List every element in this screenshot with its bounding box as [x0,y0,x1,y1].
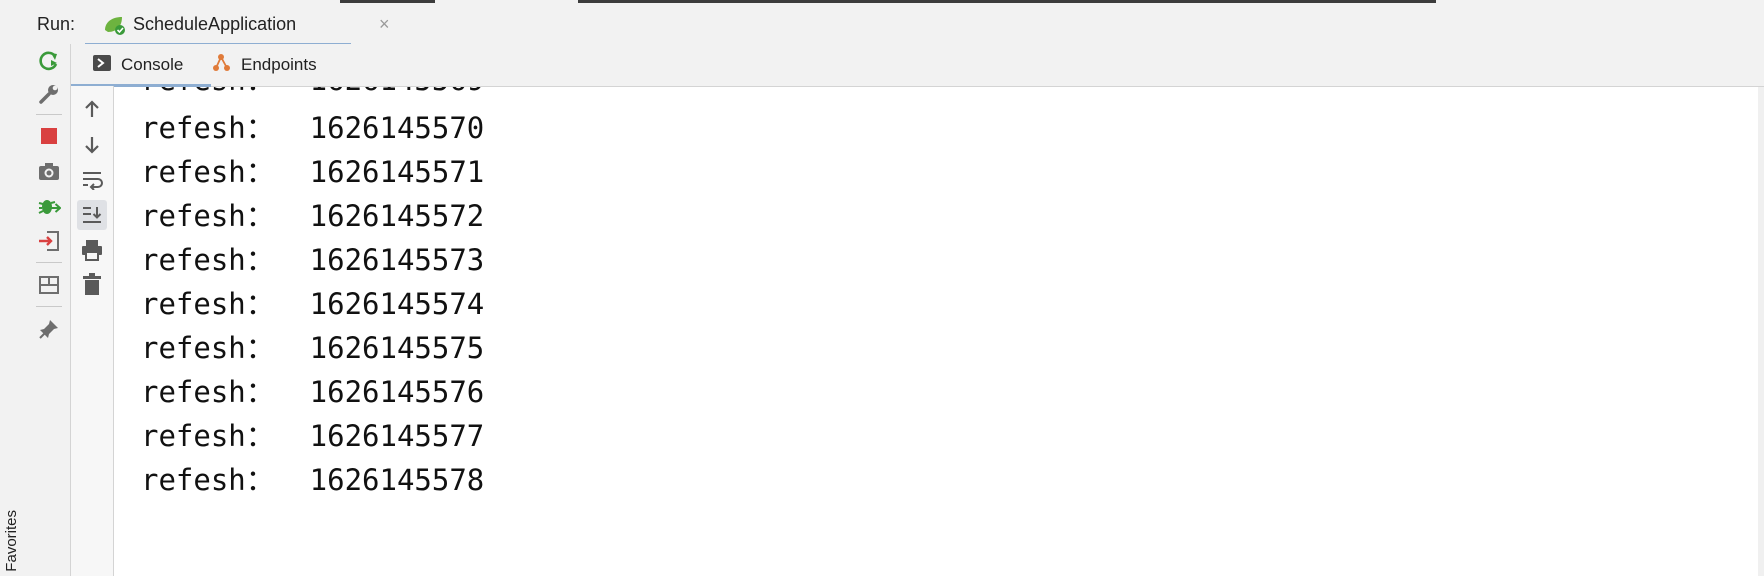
wrench-icon[interactable] [36,81,62,107]
toolbar-separator [36,114,62,115]
close-icon[interactable]: × [379,14,390,35]
camera-icon[interactable] [36,158,62,184]
run-header: Run: ScheduleApplication × [28,4,1764,46]
scroll-to-end-icon[interactable] [77,200,107,230]
stop-icon[interactable] [36,123,62,149]
favorites-label[interactable]: Favorites [3,510,20,572]
debug-bug-icon[interactable] [36,193,62,219]
console-side-toolbar [71,86,114,576]
console-line: refesh： 1626145571 [141,155,485,189]
arrow-down-icon[interactable] [77,130,107,160]
endpoints-icon [211,53,231,78]
soft-wrap-icon[interactable] [77,165,107,195]
console-line: refesh： 1626145573 [141,243,485,277]
console-tabs-row: Console Endpoints [71,44,1764,87]
tab-console-label: Console [121,55,184,74]
exit-icon[interactable] [36,228,62,254]
spring-boot-icon [102,14,128,36]
pin-icon[interactable] [36,316,62,342]
run-tab-schedule-application[interactable]: ScheduleApplication × [85,4,390,46]
run-left-toolbar [28,44,71,576]
tab-console[interactable]: Console [71,44,212,87]
run-label: Run: [37,14,76,34]
console-icon [93,54,111,76]
trash-icon[interactable] [77,269,107,299]
favorites-strip[interactable]: Favorites [0,4,29,576]
console-scrollbar[interactable] [1758,87,1764,576]
print-icon[interactable] [77,235,107,265]
console-line: refesh： 1626145576 [141,375,485,409]
arrow-up-icon[interactable] [77,94,107,124]
console-line: refesh： 1626145569 [141,87,484,97]
console-line: refesh： 1626145570 [141,111,485,145]
console-line: refesh： 1626145574 [141,287,485,321]
console-line: refesh： 1626145572 [141,199,485,233]
tab-endpoints[interactable]: Endpoints [211,44,317,86]
console-line: refesh： 1626145577 [141,419,485,453]
console-line: refesh： 1626145578 [141,463,485,497]
tab-endpoints-label: Endpoints [241,55,317,74]
run-tab-title: ScheduleApplication [133,14,297,34]
top-strip-segment [578,0,1436,3]
rerun-icon[interactable] [36,48,62,74]
console-output[interactable]: refesh： 1626145569 refesh： 1626145570 re… [114,87,1764,576]
top-strip-segment [340,0,435,3]
toolbar-separator [36,306,62,307]
layout-icon[interactable] [36,272,62,298]
toolbar-separator [36,262,62,263]
console-line: refesh： 1626145575 [141,331,485,365]
